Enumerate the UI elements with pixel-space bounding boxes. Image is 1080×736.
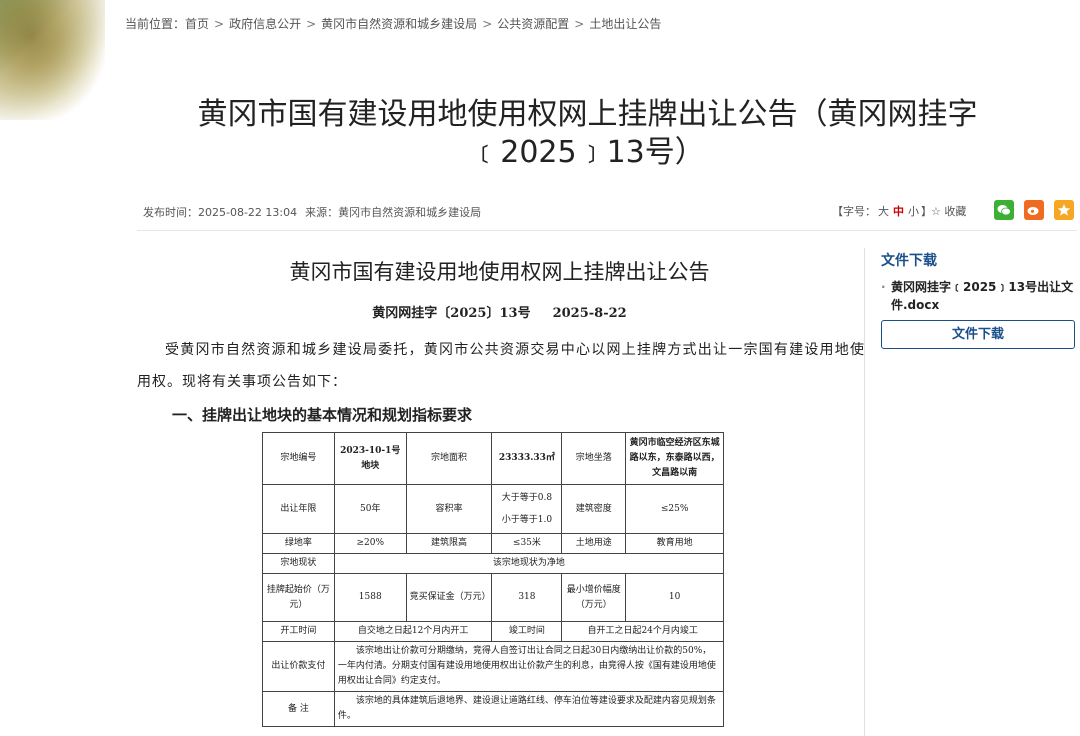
document-number-line: 黄冈网挂字〔2025〕13号 2025-8-22 xyxy=(137,302,862,321)
qzone-icon[interactable] xyxy=(1054,200,1074,220)
breadcrumb-bureau[interactable]: 黄冈市自然资源和城乡建设局 xyxy=(321,17,477,31)
wechat-icon[interactable] xyxy=(994,200,1014,220)
breadcrumb: 当前位置：首页 > 政府信息公开 > 黄冈市自然资源和城乡建设局 > 公共资源配置 > 土地出让… xyxy=(125,15,661,32)
font-size-prefix: 【字号： xyxy=(832,205,876,218)
breadcrumb-separator: > xyxy=(574,17,585,31)
far-max-value: 小于等于1.0 xyxy=(501,515,553,525)
table-cell: 备 注 xyxy=(262,691,335,727)
table-cell: 该宗地现状为净地 xyxy=(333,553,725,574)
table-cell: 宗地现状 xyxy=(262,553,335,574)
font-size-switcher: 【字号：大中小】 xyxy=(832,203,932,219)
table-row: 出让年限 50年 容积率 大于等于0.8 小于等于1.0 建筑密度 ≤25% xyxy=(262,484,724,534)
favorite-button[interactable]: ☆ 收藏 xyxy=(931,203,966,219)
table-row: 宗地现状 该宗地现状为净地 xyxy=(262,553,725,574)
breadcrumb-land-notices[interactable]: 土地出让公告 xyxy=(589,17,661,31)
table-cell: 大于等于0.8 小于等于1.0 xyxy=(491,484,563,534)
table-row: 开工时间 自交地之日起12个月内开工 竣工时间 自开工之日起24个月内竣工 xyxy=(262,621,724,642)
table-cell: 绿地率 xyxy=(262,533,335,554)
document-title: 黄冈市国有建设用地使用权网上挂牌出让公告 xyxy=(289,260,710,284)
table-cell: 宗地面积 xyxy=(405,432,493,485)
weibo-icon[interactable] xyxy=(1024,200,1044,220)
section-heading: 一、挂牌出让地块的基本情况和规划指标要求 xyxy=(172,406,473,424)
breadcrumb-gov-info[interactable]: 政府信息公开 xyxy=(229,17,301,31)
table-row: 挂牌起始价（万元） 1588 竞买保证金（万元） 318 最小增价幅度（万元） … xyxy=(262,573,724,622)
breadcrumb-separator: > xyxy=(214,17,225,31)
attachment-name[interactable]: 黄冈网挂字﹝2025﹞13号出让文件.docx xyxy=(881,278,1076,314)
document-date: 2025-8-22 xyxy=(552,306,627,321)
far-min-value: 大于等于0.8 xyxy=(501,493,553,503)
table-cell: 23333.33㎡ xyxy=(491,432,563,485)
breadcrumb-separator: > xyxy=(306,17,317,31)
table-row: 备 注 该宗地的具体建筑后退地界、建设退让道路红线、停车泊位等建设要求及配建内容… xyxy=(262,691,725,727)
breadcrumb-separator: > xyxy=(482,17,493,31)
sidebar-title: 文件下载 xyxy=(881,253,937,269)
table-cell: 自交地之日起12个月内开工 xyxy=(333,621,493,642)
font-size-small[interactable]: 小 xyxy=(908,205,919,218)
table-cell: ≤25% xyxy=(625,484,724,534)
attachment-link[interactable]: · 黄冈网挂字﹝2025﹞13号出让文件.docx xyxy=(881,278,1076,314)
article-source: 来源：黄冈市自然资源和城乡建设局 xyxy=(305,206,482,219)
sidebar-divider xyxy=(864,248,865,736)
publish-time: 发布时间：2025-08-22 13:04 xyxy=(143,206,298,219)
table-cell: 黄冈市临空经济区东城路以东，东泰路以西，文昌路以南 xyxy=(625,432,724,485)
table-cell: 该宗地的具体建筑后退地界、建设退让道路红线、停车泊位等建设要求及配建内容见规划条… xyxy=(333,691,725,727)
table-cell: 该宗地出让价款可分期缴纳，竞得人自签订出让合同之日起30日内缴纳出让价款的50%… xyxy=(333,641,725,692)
header-decoration xyxy=(0,0,105,120)
table-cell: ≤35米 xyxy=(491,533,563,554)
font-size-medium[interactable]: 中 xyxy=(893,205,904,218)
star-icon: ☆ xyxy=(931,205,941,218)
intro-paragraph: 受黄冈市自然资源和城乡建设局委托，黄冈市公共资源交易中心以网上挂牌方式出让一宗国… xyxy=(137,342,865,390)
font-size-large[interactable]: 大 xyxy=(878,205,889,218)
table-cell: 318 xyxy=(491,573,563,622)
table-cell: 自开工之日起24个月内竣工 xyxy=(561,621,724,642)
table-cell: ≥20% xyxy=(333,533,407,554)
table-cell: 建筑限高 xyxy=(405,533,493,554)
table-cell: 挂牌起始价（万元） xyxy=(262,573,335,622)
table-cell: 宗地编号 xyxy=(262,432,335,485)
favorite-label: 收藏 xyxy=(944,205,967,218)
article-meta: 发布时间：2025-08-22 13:04 来源：黄冈市自然资源和城乡建设局 xyxy=(143,204,481,220)
table-cell: 2023-10-1号地块 xyxy=(333,432,407,485)
table-cell: 开工时间 xyxy=(262,621,335,642)
land-info-table: 宗地编号 2023-10-1号地块 宗地面积 23333.33㎡ 宗地坐落 黄冈… xyxy=(262,432,725,727)
breadcrumb-home[interactable]: 首页 xyxy=(185,17,209,31)
header-divider xyxy=(137,230,1077,231)
table-cell: 出让年限 xyxy=(262,484,335,534)
table-row: 绿地率 ≥20% 建筑限高 ≤35米 土地用途 教育用地 xyxy=(262,533,724,554)
table-cell: 竞买保证金（万元） xyxy=(405,573,493,622)
table-row: 出让价款支付 该宗地出让价款可分期缴纳，竞得人自签订出让合同之日起30日内缴纳出… xyxy=(262,641,725,692)
document-number: 黄冈网挂字〔2025〕13号 xyxy=(372,306,531,321)
table-cell: 10 xyxy=(625,573,724,622)
table-cell: 教育用地 xyxy=(625,533,724,554)
table-cell: 50年 xyxy=(333,484,407,534)
table-cell: 宗地坐落 xyxy=(561,432,627,485)
table-cell: 竣工时间 xyxy=(491,621,563,642)
table-cell: 建筑密度 xyxy=(561,484,627,534)
table-row: 宗地编号 2023-10-1号地块 宗地面积 23333.33㎡ 宗地坐落 黄冈… xyxy=(262,432,724,485)
download-button[interactable]: 文件下载 xyxy=(881,320,1075,349)
article-title: 黄冈市国有建设用地使用权网上挂牌出让公告（黄冈网挂字﹝2025﹞13号） xyxy=(197,97,978,170)
breadcrumb-prefix: 当前位置： xyxy=(125,17,186,31)
table-cell: 1588 xyxy=(333,573,407,622)
table-cell: 土地用途 xyxy=(561,533,627,554)
table-cell: 最小增价幅度（万元） xyxy=(561,573,627,622)
bullet-icon: · xyxy=(881,280,886,294)
table-cell: 容积率 xyxy=(405,484,493,534)
breadcrumb-public-resources[interactable]: 公共资源配置 xyxy=(497,17,569,31)
table-cell: 出让价款支付 xyxy=(262,641,335,692)
